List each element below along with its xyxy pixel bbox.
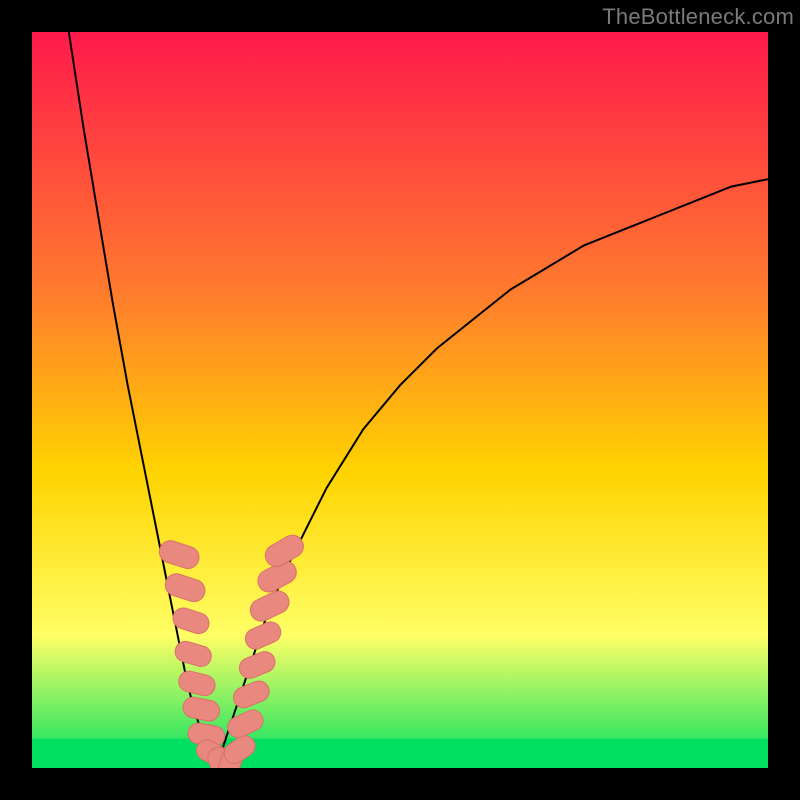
bottleneck-chart [32,32,768,768]
chart-frame [32,32,768,768]
green-band [32,739,768,768]
gradient-background [32,32,768,768]
watermark-label: TheBottleneck.com [602,4,794,30]
